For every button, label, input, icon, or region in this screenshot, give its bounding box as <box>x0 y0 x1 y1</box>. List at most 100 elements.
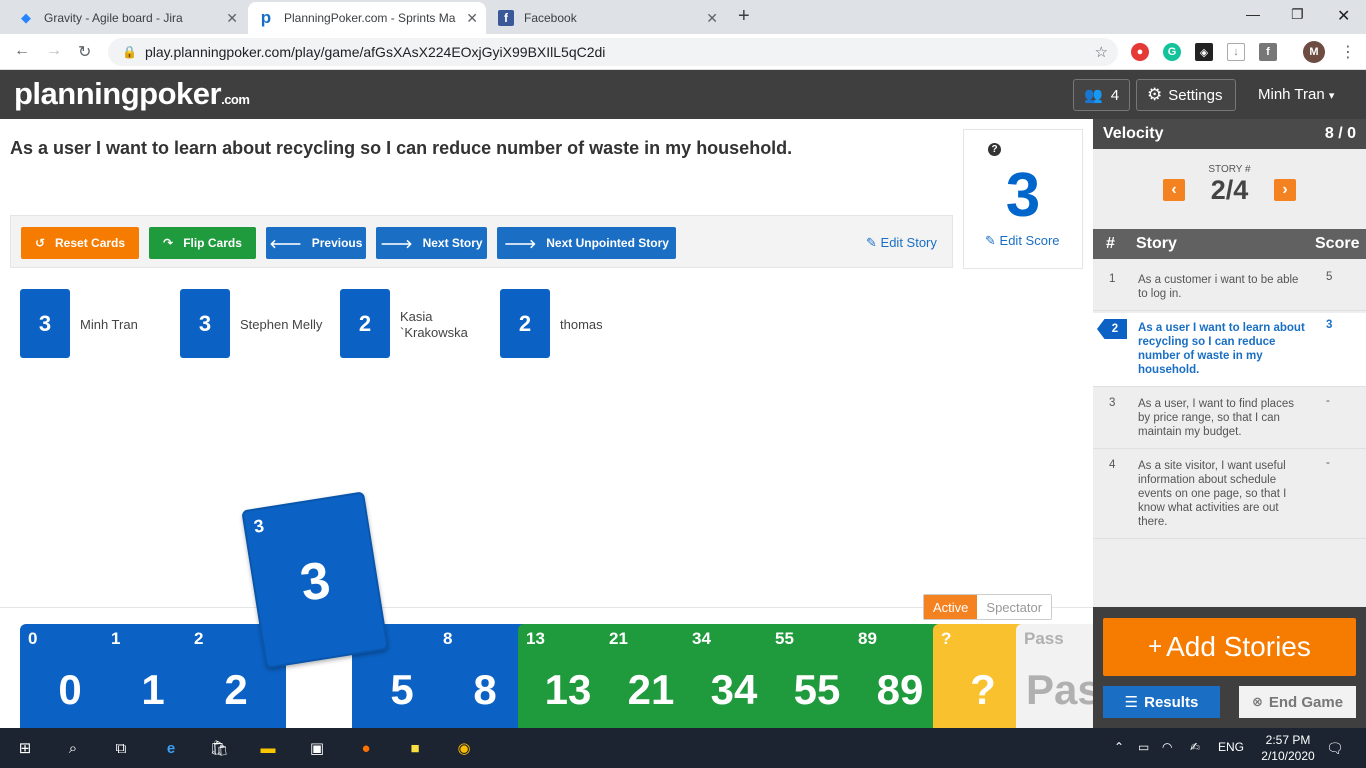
url-text: play.planningpoker.com/play/game/afGsXAs… <box>144 44 606 60</box>
tab-planningpoker[interactable]: p PlanningPoker.com - Sprints Ma ✕ <box>248 2 486 34</box>
selected-card[interactable]: 3 3 <box>241 491 389 669</box>
sticky-notes-icon[interactable]: ■ <box>404 738 426 758</box>
clock[interactable]: 2:57 PM 2/10/2020 <box>1258 732 1318 764</box>
score-box: ? 3 ✎ Edit Score <box>963 129 1083 269</box>
card-corner-value: Pass <box>1024 629 1064 648</box>
flip-icon: ↷ <box>163 236 174 250</box>
story-row[interactable]: 3 As a user, I want to find places by pr… <box>1093 389 1366 449</box>
firefox-icon[interactable]: ● <box>355 738 377 758</box>
story-row-active[interactable]: 2 As a user I want to learn about recycl… <box>1093 313 1366 387</box>
arrow-right-icon: 🡒 <box>380 236 413 251</box>
planningpoker-icon: p <box>260 8 272 27</box>
players-button[interactable]: 👥 4 <box>1073 79 1130 111</box>
task-view-icon[interactable]: ⧉ <box>110 738 132 758</box>
users-icon: 👥 <box>1084 87 1103 104</box>
chrome-icon[interactable]: ◉ <box>453 738 475 758</box>
dropbox-icon[interactable]: ◈ <box>1195 43 1213 61</box>
file-explorer-icon[interactable]: ▬ <box>257 738 279 758</box>
bookmark-star-icon[interactable]: ☆ <box>1095 43 1108 61</box>
menu-dots-icon[interactable]: ⋮ <box>1340 42 1356 62</box>
user-name: Minh Tran <box>1258 86 1325 103</box>
arrow-right-icon: 🡒 <box>504 236 537 251</box>
player-card: 3 <box>20 289 70 358</box>
reset-cards-button[interactable]: ↺ Reset Cards <box>21 227 139 259</box>
url-input[interactable]: 🔒 play.planningpoker.com/play/game/afGsX… <box>108 38 1118 66</box>
card-corner-value: 34 <box>692 629 711 648</box>
card-corner-value: 21 <box>609 629 628 648</box>
store-icon[interactable]: 🛍 <box>208 738 230 758</box>
players-count: 4 <box>1110 86 1120 104</box>
reload-icon[interactable]: ↻ <box>78 42 91 62</box>
notifications-icon[interactable]: 🗨 <box>1326 740 1344 757</box>
velocity-header: Velocity 8 / 0 <box>1093 119 1366 149</box>
card-corner-value: 0 <box>28 629 38 648</box>
chevron-up-icon[interactable]: ⌃ <box>1114 740 1124 754</box>
deck-card[interactable]: Pass Pass <box>1016 624 1093 734</box>
logo[interactable]: planningpoker.com <box>14 76 250 112</box>
card-corner-value: 3 <box>252 515 266 537</box>
col-num: # <box>1106 235 1115 252</box>
active-mode-button[interactable]: Active <box>924 595 978 619</box>
player-name: Kasia `Krakowska <box>400 309 468 340</box>
player-card: 3 <box>180 289 230 358</box>
results-button[interactable]: ☰ Results <box>1103 686 1220 718</box>
help-icon[interactable]: ? <box>988 143 1001 156</box>
app-header: planningpoker.com 👥 4 ⚙ Settings Minh Tr… <box>0 70 1366 119</box>
facebook-ext-icon[interactable]: f <box>1259 43 1277 61</box>
minimize-icon[interactable]: — <box>1246 6 1260 22</box>
close-icon[interactable]: ✕ <box>226 10 238 27</box>
card-corner-value: ? <box>941 629 952 648</box>
velocity-label: Velocity <box>1103 125 1164 142</box>
next-story-button[interactable]: 🡒 Next Story <box>376 227 487 259</box>
tab-facebook[interactable]: f Facebook ✕ <box>488 2 726 34</box>
chevron-down-icon: ▾ <box>1328 90 1335 102</box>
user-menu[interactable]: Minh Tran ▾ <box>1258 86 1334 103</box>
pencil-icon: ✎ <box>866 235 877 250</box>
new-tab-icon[interactable]: + <box>738 5 750 28</box>
plus-icon: + <box>1148 633 1163 660</box>
pen-icon[interactable]: ✍ <box>1190 740 1200 754</box>
settings-button[interactable]: ⚙ Settings <box>1136 79 1236 111</box>
spectator-mode-button[interactable]: Spectator <box>977 595 1052 619</box>
lock-icon: 🔒 <box>122 45 137 59</box>
profile-avatar[interactable]: M <box>1303 41 1325 63</box>
story-list-header: # Story Score <box>1093 229 1366 259</box>
next-story-arrow[interactable]: › <box>1274 179 1296 201</box>
flip-cards-button[interactable]: ↷ Flip Cards <box>149 227 256 259</box>
velocity-value: 8 / 0 <box>1324 125 1356 142</box>
col-score: Score <box>1315 235 1360 252</box>
app-icon[interactable]: ▣ <box>306 738 328 758</box>
tab-jira[interactable]: ◆ Gravity - Agile board - Jira ✕ <box>8 2 246 34</box>
grammarly-icon[interactable]: G <box>1163 43 1181 61</box>
address-bar: ← → ↻ 🔒 play.planningpoker.com/play/game… <box>0 34 1366 70</box>
extension-icon[interactable]: ● <box>1131 43 1149 61</box>
story-row[interactable]: 4 As a site visitor, I want useful infor… <box>1093 451 1366 539</box>
maximize-icon[interactable]: ❐ <box>1291 6 1304 23</box>
next-unpointed-story-button[interactable]: 🡒 Next Unpointed Story <box>497 227 676 259</box>
close-icon[interactable]: ✕ <box>466 10 478 27</box>
reset-icon: ↺ <box>34 236 46 250</box>
previous-button[interactable]: 🡐 Previous <box>266 227 366 259</box>
forward-icon[interactable]: → <box>46 42 62 60</box>
close-window-icon[interactable]: ✕ <box>1337 6 1350 26</box>
end-game-button[interactable]: ⊗ End Game <box>1239 686 1356 718</box>
wifi-icon[interactable]: ◠ <box>1162 740 1172 754</box>
pencil-icon: ✎ <box>985 233 996 248</box>
edit-story-link[interactable]: ✎ Edit Story <box>866 235 937 251</box>
story-row[interactable]: 1 As a customer i want to be able to log… <box>1093 265 1366 311</box>
back-icon[interactable]: ← <box>14 42 30 60</box>
edge-icon[interactable]: e <box>160 738 182 758</box>
edit-score-link[interactable]: ✎ Edit Score <box>985 233 1060 249</box>
search-icon[interactable]: ⌕ <box>62 738 84 758</box>
windows-start-icon[interactable]: ⊞ <box>14 738 36 758</box>
card-value: 2 <box>224 666 248 713</box>
facebook-icon: f <box>498 10 514 26</box>
add-stories-button[interactable]: + Add Stories <box>1103 618 1356 676</box>
close-icon[interactable]: ✕ <box>706 10 718 27</box>
tab-title: Facebook <box>524 11 577 25</box>
story-title: As a user I want to learn about recyclin… <box>10 138 793 158</box>
language-indicator[interactable]: ENG <box>1218 740 1244 754</box>
download-icon[interactable]: ↓ <box>1227 43 1245 61</box>
player-card: 2 <box>500 289 550 358</box>
battery-icon[interactable]: ▭ <box>1138 740 1149 754</box>
